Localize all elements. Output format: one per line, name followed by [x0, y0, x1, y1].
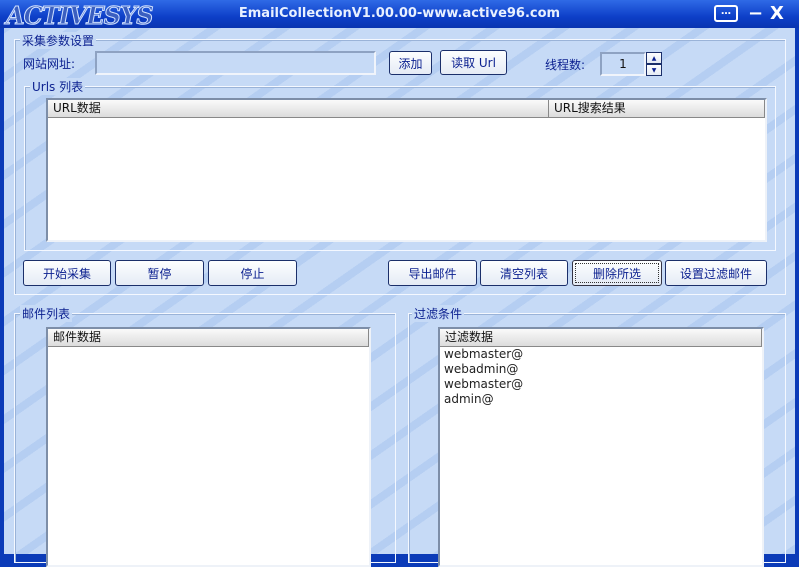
mail-legend: 邮件列表: [20, 305, 73, 322]
list-item[interactable]: admin@: [440, 392, 762, 407]
chat-icon[interactable]: …: [714, 5, 738, 22]
spin-down-button[interactable]: ▼: [646, 64, 662, 76]
delete-selected-button[interactable]: 删除所选: [572, 260, 662, 286]
pause-button[interactable]: 暂停: [115, 260, 204, 286]
list-item[interactable]: webadmin@: [440, 362, 762, 377]
add-button[interactable]: 添加: [389, 51, 432, 75]
urls-legend: Urls 列表: [30, 78, 86, 95]
urls-list-header: URL数据 URL搜索结果: [48, 100, 765, 118]
start-button[interactable]: 开始采集: [23, 260, 111, 286]
mail-list-header: 邮件数据: [48, 329, 369, 347]
list-item[interactable]: webmaster@: [440, 377, 762, 392]
spin-up-button[interactable]: ▲: [646, 52, 662, 64]
title-bar: ACTIVESYS EmailCollectionV1.00.00-www.ac…: [0, 0, 799, 31]
mail-list[interactable]: 邮件数据: [46, 327, 371, 567]
threads-label: 线程数:: [545, 58, 586, 72]
column-filter-data[interactable]: 过滤数据: [440, 329, 762, 346]
url-input[interactable]: [95, 51, 376, 75]
column-url-data[interactable]: URL数据: [48, 100, 549, 117]
filter-legend: 过滤条件: [412, 305, 465, 322]
set-filter-button[interactable]: 设置过滤邮件: [665, 260, 767, 286]
minimize-button[interactable]: −: [748, 3, 763, 24]
stop-button[interactable]: 停止: [208, 260, 297, 286]
url-label: 网站网址:: [23, 57, 76, 71]
threads-input[interactable]: 1: [600, 52, 646, 76]
filter-list[interactable]: 过滤数据 webmaster@ webadmin@ webmaster@ adm…: [438, 327, 764, 567]
filter-list-header: 过滤数据: [440, 329, 762, 347]
column-url-result[interactable]: URL搜索结果: [549, 100, 765, 117]
clear-list-button[interactable]: 清空列表: [480, 260, 568, 286]
read-url-button[interactable]: 读取 Url: [440, 50, 507, 75]
urls-list[interactable]: URL数据 URL搜索结果: [46, 98, 767, 242]
params-legend: 采集参数设置: [20, 32, 97, 49]
export-button[interactable]: 导出邮件: [388, 260, 477, 286]
column-mail-data[interactable]: 邮件数据: [48, 329, 369, 346]
close-button[interactable]: X: [770, 3, 784, 24]
window-title: EmailCollectionV1.00.00-www.active96.com: [238, 6, 561, 21]
list-item[interactable]: webmaster@: [440, 347, 762, 362]
